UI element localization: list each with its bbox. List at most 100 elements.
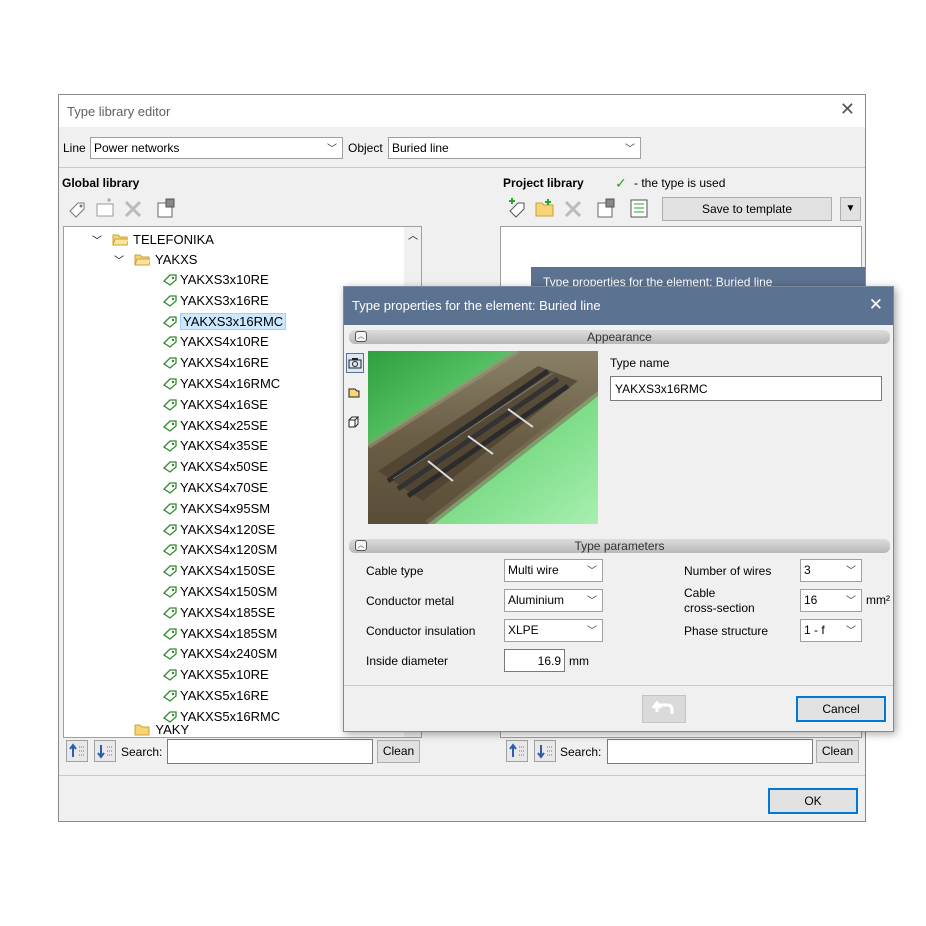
inside-diameter-input[interactable]: 16.9 <box>504 649 565 672</box>
conductor-metal-value: Aluminium <box>508 593 565 607</box>
delete-button[interactable] <box>120 196 146 220</box>
inside-diameter-label: Inside diameter <box>366 654 449 668</box>
tree-node-yaky[interactable]: YAKY <box>134 720 189 737</box>
properties-button[interactable] <box>593 196 619 220</box>
tree-item[interactable]: YAKXS4x150SE <box>162 561 275 581</box>
delete-button[interactable] <box>560 196 586 220</box>
tree-item-label: YAKXS4x50SE <box>180 459 268 475</box>
ok-button[interactable]: OK <box>768 788 858 814</box>
tree-item[interactable]: YAKXS4x185SE <box>162 603 275 623</box>
tree-item[interactable]: YAKXS4x16RE <box>162 353 269 373</box>
tree-item[interactable]: YAKXS3x16RE <box>162 291 269 311</box>
tree-item[interactable]: YAKXS4x70SE <box>162 478 268 498</box>
new-type-button[interactable] <box>64 196 90 220</box>
collapse-all-button[interactable] <box>94 740 116 762</box>
type-parameters-section-header[interactable]: ︿ Type parameters <box>349 539 890 553</box>
tree-item-label: YAKXS4x25SE <box>180 417 268 433</box>
tree-item[interactable]: YAKXS5x10RE <box>162 665 269 685</box>
tree-item[interactable]: YAKXS4x10RE <box>162 332 269 352</box>
type-name-input[interactable]: YAKXS3x16RMC <box>610 376 882 401</box>
new-folder-button[interactable] <box>532 196 558 220</box>
cable-type-icon <box>162 690 177 702</box>
tree-item[interactable]: YAKXS4x95SM <box>162 499 270 519</box>
checkmark-icon: ✓ <box>615 175 627 191</box>
appearance-section-header[interactable]: ︿ Appearance <box>349 330 890 344</box>
expand-all-button[interactable] <box>66 740 88 762</box>
tree-item[interactable]: YAKXS4x120SE <box>162 520 275 540</box>
chevron-down-icon: ﹀ <box>587 626 597 637</box>
2d-view-icon[interactable] <box>346 383 364 403</box>
tree-item-label: YAKXS3x10RE <box>180 272 269 287</box>
sort-list-button[interactable] <box>626 196 652 220</box>
global-library-title: Global library <box>62 176 140 190</box>
chevron-down-icon[interactable]: ﹀ <box>114 256 124 267</box>
tree-item[interactable]: YAKXS4x35SE <box>162 436 268 456</box>
line-label: Line <box>63 141 86 155</box>
collapse-icon[interactable]: ︿ <box>355 540 367 551</box>
tree-item[interactable]: YAKXS3x16RMC <box>162 312 287 332</box>
expand-all-button[interactable] <box>506 740 528 762</box>
tree-item-label: YAKXS4x16SE <box>180 396 268 412</box>
tree-item[interactable]: YAKXS5x16RE <box>162 686 269 706</box>
line-select[interactable]: Power networks ﹀ <box>90 137 343 159</box>
tree-node-yakxs[interactable]: ﹀ YAKXS <box>114 250 197 270</box>
camera-icon[interactable] <box>346 353 364 373</box>
conductor-metal-select[interactable]: Aluminium ﹀ <box>504 589 603 612</box>
close-icon[interactable]: ✕ <box>840 99 855 120</box>
cable-type-value: Multi wire <box>508 563 559 577</box>
close-icon[interactable]: ✕ <box>869 295 883 315</box>
cable-type-icon <box>162 419 177 432</box>
collapse-all-button[interactable] <box>534 740 556 762</box>
chevron-down-icon: ﹀ <box>587 596 597 607</box>
cable-type-icon <box>162 440 177 453</box>
cross-section-select[interactable]: 16 ﹀ <box>800 589 862 612</box>
cable-type-icon <box>162 544 177 557</box>
type-parameters-section-label: Type parameters <box>574 539 665 553</box>
tree-item[interactable]: YAKXS4x16RMC <box>162 374 280 394</box>
save-to-template-button[interactable]: Save to template <box>662 197 832 221</box>
tree-item[interactable]: YAKXS4x240SM <box>162 644 277 664</box>
copy-type-button[interactable] <box>504 196 530 220</box>
tree-item[interactable]: YAKXS4x50SE <box>162 457 268 477</box>
cable-type-select[interactable]: Multi wire ﹀ <box>504 559 603 582</box>
cross-section-unit: mm² <box>866 593 890 607</box>
cable-type-icon <box>162 336 177 349</box>
dialog-titlebar: Type properties for the element: Buried … <box>344 287 893 325</box>
tree-item[interactable]: YAKXS3x10RE <box>162 270 269 290</box>
chevron-down-icon[interactable]: ﹀ <box>92 236 102 247</box>
new-folder-button[interactable] <box>92 196 118 220</box>
conductor-insulation-select[interactable]: XLPE ﹀ <box>504 619 603 642</box>
cable-type-icon <box>162 482 177 494</box>
3d-view-icon[interactable] <box>346 413 364 433</box>
number-of-wires-select[interactable]: 3 ﹀ <box>800 559 862 582</box>
project-clean-button[interactable]: Clean <box>816 740 859 763</box>
project-search-input[interactable] <box>607 739 813 764</box>
tree-item-label: YAKXS4x120SE <box>180 521 276 537</box>
tree-item[interactable]: YAKXS4x120SM <box>162 540 277 560</box>
tree-node-label: TELEFONIKA <box>133 232 214 247</box>
global-search-input[interactable] <box>167 739 373 764</box>
object-select[interactable]: Buried line ﹀ <box>388 137 641 159</box>
collapse-icon[interactable]: ︿ <box>355 331 367 342</box>
global-clean-button[interactable]: Clean <box>377 740 420 763</box>
chevron-down-icon: ﹀ <box>846 626 856 637</box>
window-titlebar: Type library editor ✕ <box>59 95 865 127</box>
tree-item[interactable]: YAKXS4x185SM <box>162 624 277 644</box>
properties-button[interactable] <box>153 196 179 220</box>
project-library-title: Project library <box>503 176 584 190</box>
object-select-value: Buried line <box>392 141 449 155</box>
chevron-down-icon: ﹀ <box>846 596 856 607</box>
tree-item-label: YAKXS4x185SM <box>180 625 278 641</box>
undo-button[interactable] <box>642 695 686 723</box>
phase-structure-select[interactable]: 1 - f ﹀ <box>800 619 862 642</box>
tree-item[interactable]: YAKXS4x150SM <box>162 582 277 602</box>
cross-section-value: 16 <box>804 593 818 607</box>
cable-type-label: Cable type <box>366 564 424 578</box>
scroll-up-icon[interactable]: ︿ <box>408 227 418 242</box>
tree-node-telefonika[interactable]: ﹀ TELEFONIKA <box>92 230 214 250</box>
save-template-dropdown-button[interactable]: ▼ <box>840 197 861 221</box>
tree-item[interactable]: YAKXS4x16SE <box>162 395 268 415</box>
type-name-label: Type name <box>610 356 670 370</box>
tree-item[interactable]: YAKXS4x25SE <box>162 416 268 436</box>
cancel-button[interactable]: Cancel <box>796 696 886 722</box>
